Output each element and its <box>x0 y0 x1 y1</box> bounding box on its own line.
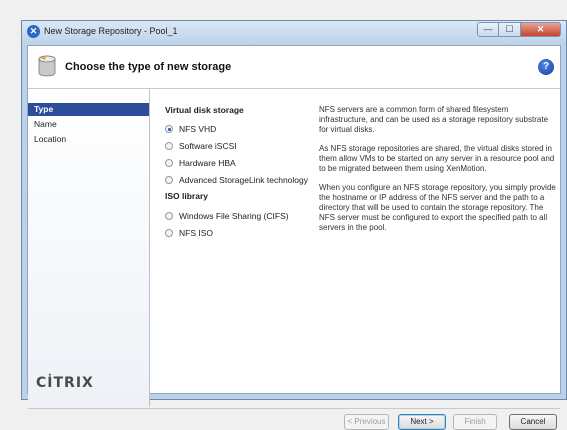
citrix-logo: CİTRIX <box>36 375 94 391</box>
radio-button[interactable] <box>165 159 173 167</box>
description-paragraph: When you configure an NFS storage reposi… <box>319 183 556 232</box>
cancel-button[interactable]: Cancel <box>509 414 557 430</box>
radio-button[interactable] <box>165 142 173 150</box>
description-paragraph: NFS servers are a common form of shared … <box>319 105 549 134</box>
page-title: Choose the type of new storage <box>65 61 232 73</box>
window-title: New Storage Repository - Pool_1 <box>44 26 178 36</box>
minimize-button[interactable]: — <box>477 22 499 37</box>
radio-hardware-hba[interactable]: Hardware HBA <box>165 157 236 169</box>
next-button[interactable]: Next > <box>398 414 446 430</box>
radio-button[interactable] <box>165 229 173 237</box>
virtual-disk-storage-heading: Virtual disk storage <box>165 105 244 115</box>
radio-nfs-vhd[interactable]: NFS VHD <box>165 123 216 135</box>
sidebar-item-type[interactable]: Type <box>28 103 149 116</box>
radio-storagelink[interactable]: Advanced StorageLink technology <box>165 174 308 186</box>
radio-label: Advanced StorageLink technology <box>179 175 309 185</box>
wizard-window: ✕ New Storage Repository - Pool_1 — ☐ ✕ … <box>21 20 567 430</box>
radio-label: Software iSCSI <box>179 141 237 151</box>
radio-label: Windows File Sharing (CIFS) <box>179 211 289 221</box>
help-icon[interactable]: ? <box>538 59 554 75</box>
wizard-steps-sidebar: Type Name Location CİTRIX <box>28 89 150 407</box>
xencenter-app-icon: ✕ <box>27 25 40 38</box>
description-paragraph: As NFS storage repositories are shared, … <box>319 144 555 173</box>
radio-software-iscsi[interactable]: Software iSCSI <box>165 140 237 152</box>
wizard-footer: < Previous Next > Finish Cancel <box>28 408 560 430</box>
maximize-button[interactable]: ☐ <box>499 22 521 37</box>
radio-button[interactable] <box>165 212 173 220</box>
radio-cifs[interactable]: Windows File Sharing (CIFS) <box>165 210 289 222</box>
title-bar[interactable]: ✕ New Storage Repository - Pool_1 — ☐ ✕ <box>22 21 566 43</box>
sidebar-item-location[interactable]: Location <box>28 133 149 146</box>
iso-library-heading: ISO library <box>165 191 208 201</box>
radio-label: Hardware HBA <box>179 158 236 168</box>
radio-button[interactable] <box>165 176 173 184</box>
wizard-header: Choose the type of new storage ? <box>28 46 560 89</box>
storage-icon <box>38 55 56 77</box>
previous-button[interactable]: < Previous <box>344 414 389 430</box>
radio-nfs-iso[interactable]: NFS ISO <box>165 227 213 239</box>
storage-description: NFS servers are a common form of shared … <box>319 105 559 242</box>
radio-label: NFS ISO <box>179 228 214 238</box>
radio-label: NFS VHD <box>179 124 217 134</box>
close-button[interactable]: ✕ <box>521 22 561 37</box>
sidebar-item-name[interactable]: Name <box>28 118 149 131</box>
finish-button[interactable]: Finish <box>453 414 497 430</box>
radio-button-selected[interactable] <box>165 125 173 133</box>
wizard-body: Choose the type of new storage ? Type Na… <box>27 45 561 430</box>
storage-type-panel: Virtual disk storage NFS VHD Software iS… <box>150 89 560 407</box>
